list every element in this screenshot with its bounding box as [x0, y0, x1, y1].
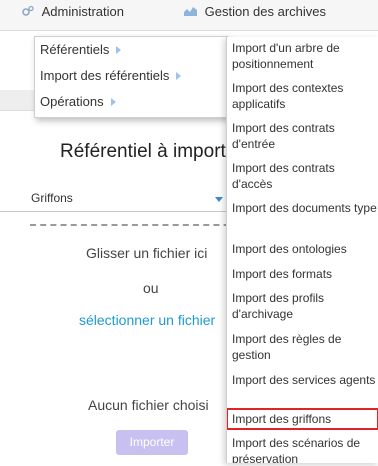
administration-dropdown: Référentiels Import des référentiels Opé…	[34, 36, 228, 118]
area-chart-icon	[184, 7, 197, 16]
caret-down-icon	[215, 197, 223, 202]
menu-item-label: Référentiels	[40, 42, 110, 57]
menu-item-import-contrats-acces[interactable]: Import des contrats d'accès	[227, 160, 378, 192]
menu-item-import-documents-type[interactable]: Import des documents type	[227, 200, 378, 216]
menu-item-import-services-agents[interactable]: Import des services agents	[227, 372, 378, 388]
top-navigation-bar: Administration Gestion des archives	[0, 0, 378, 31]
no-file-status: Aucun fichier choisi	[88, 397, 209, 413]
menu-item-import-contextes[interactable]: Import des contextes applicatifs	[227, 80, 378, 112]
menu-item-import-referentiels[interactable]: Import des référentiels	[35, 63, 227, 89]
menu-item-import-ontologies[interactable]: Import des ontologies	[227, 241, 378, 257]
select-file-link[interactable]: sélectionner un fichier	[79, 312, 215, 328]
gears-icon	[22, 5, 34, 16]
menu-item-import-contrats-entree[interactable]: Import des contrats d'entrée	[227, 120, 378, 152]
menu-item-referentiels[interactable]: Référentiels	[35, 37, 227, 63]
referentiel-select[interactable]: Griffons	[0, 187, 236, 212]
menu-item-import-regles[interactable]: Import des règles de gestion	[227, 331, 378, 363]
menu-item-import-formats[interactable]: Import des formats	[227, 266, 378, 282]
nav-administration-label: Administration	[41, 4, 124, 19]
select-value: Griffons	[31, 191, 73, 205]
drop-instruction: Glisser un fichier ici	[86, 245, 208, 261]
or-separator: ou	[143, 280, 159, 296]
nav-gestion-archives-label: Gestion des archives	[204, 4, 327, 19]
page-title: Référentiel à importer	[60, 141, 243, 162]
menu-item-import-arbre[interactable]: Import d'un arbre de positionnement	[227, 40, 378, 72]
nav-gestion-archives[interactable]: Gestion des archives	[184, 4, 326, 19]
import-button[interactable]: Importer	[116, 430, 188, 455]
chevron-right-icon	[176, 72, 182, 80]
import-referentiels-submenu: Import d'un arbre de positionnement Impo…	[226, 37, 378, 463]
menu-item-label: Import des référentiels	[40, 68, 170, 83]
menu-item-label: Opérations	[40, 94, 104, 109]
menu-item-operations[interactable]: Opérations	[35, 89, 227, 115]
chevron-right-icon	[110, 98, 116, 106]
chevron-right-icon	[116, 46, 122, 54]
nav-administration[interactable]: Administration	[22, 4, 124, 19]
menu-item-import-profils[interactable]: Import des profils d'archivage	[227, 290, 378, 322]
menu-item-import-scenarios[interactable]: Import des scénarios de préservation	[227, 435, 378, 463]
menu-item-import-griffons[interactable]: Import des griffons	[227, 408, 378, 430]
